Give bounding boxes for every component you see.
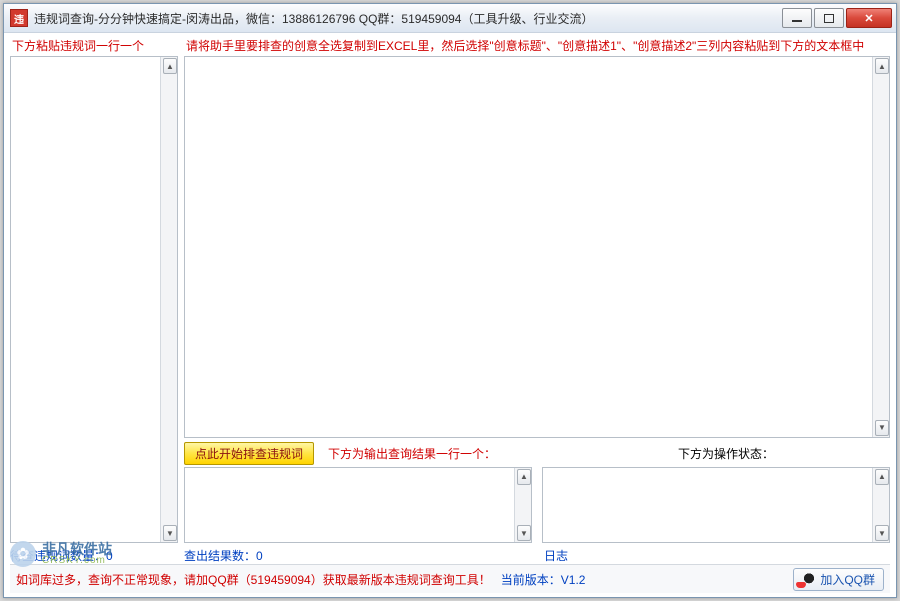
start-check-button[interactable]: 点此开始排查违规词 [184, 442, 314, 465]
violation-words-input[interactable]: ▲ ▼ [10, 56, 178, 543]
app-icon: 违 [10, 9, 28, 27]
join-qq-label: 加入QQ群 [820, 571, 875, 588]
close-button[interactable]: ✕ [846, 8, 892, 28]
log-label: 日志 [544, 547, 568, 564]
scrollbar[interactable]: ▲ ▼ [160, 57, 177, 542]
scroll-down-icon[interactable]: ▼ [875, 420, 889, 436]
join-qq-group-button[interactable]: 加入QQ群 [793, 568, 884, 591]
window-title: 违规词查询-分分钟快速搞定-闵涛出品，微信：13886126796 QQ群：51… [34, 10, 593, 27]
app-window: 违 违规词查询-分分钟快速搞定-闵涛出品，微信：13886126796 QQ群：… [3, 3, 897, 598]
instructions-label: 请将助手里要排查的创意全选复制到EXCEL里，然后选择"创意标题"、"创意描述1… [186, 37, 890, 54]
watermark-domain: CRSKY.com [42, 556, 112, 566]
title-bar[interactable]: 违 违规词查询-分分钟快速搞定-闵涛出品，微信：13886126796 QQ群：… [4, 4, 896, 33]
creative-content-input[interactable]: ▲ ▼ [184, 56, 890, 438]
scroll-down-icon[interactable]: ▼ [163, 525, 177, 541]
maximize-button[interactable] [814, 8, 844, 28]
scroll-down-icon[interactable]: ▼ [875, 525, 889, 541]
left-column: 下方粘贴违规词一行一个 ▲ ▼ 待查违规词数量：0 [10, 37, 178, 564]
result-count-value: 0 [256, 549, 263, 563]
status-label: 下方为操作状态： [678, 445, 774, 462]
version-label: 当前版本： [501, 573, 561, 587]
scroll-up-icon[interactable]: ▲ [875, 469, 889, 485]
client-area: 下方粘贴违规词一行一个 ▲ ▼ 待查违规词数量：0 请将助手里要排查的创意全选复… [4, 33, 896, 597]
result-count-label: 查出结果数： [184, 549, 256, 563]
scroll-up-icon[interactable]: ▲ [163, 58, 177, 74]
scrollbar[interactable]: ▲ ▼ [872, 57, 889, 437]
scrollbar[interactable]: ▲ ▼ [872, 468, 889, 543]
qq-icon [802, 572, 816, 586]
version-value: V1.2 [561, 573, 586, 587]
footer-message: 如词库过多，查询不正常现象，请加QQ群（519459094）获取最新版本违规词查… [16, 573, 491, 587]
scroll-up-icon[interactable]: ▲ [875, 58, 889, 74]
right-column: 请将助手里要排查的创意全选复制到EXCEL里，然后选择"创意标题"、"创意描述1… [184, 37, 890, 564]
status-bar: 如词库过多，查询不正常现象，请加QQ群（519459094）获取最新版本违规词查… [10, 564, 890, 593]
watermark: ✿ 非凡软件站 CRSKY.com [10, 541, 112, 567]
minimize-button[interactable] [782, 8, 812, 28]
scrollbar[interactable]: ▲ ▼ [514, 468, 531, 543]
watermark-icon: ✿ [10, 541, 36, 567]
status-output[interactable]: ▲ ▼ [542, 467, 890, 544]
result-count: 查出结果数：0 [184, 547, 544, 564]
result-output[interactable]: ▲ ▼ [184, 467, 532, 544]
watermark-name: 非凡软件站 [42, 542, 112, 556]
left-label: 下方粘贴违规词一行一个 [12, 37, 178, 54]
scroll-down-icon[interactable]: ▼ [517, 525, 531, 541]
result-label: 下方为输出查询结果一行一个： [328, 445, 678, 462]
scroll-up-icon[interactable]: ▲ [517, 469, 531, 485]
